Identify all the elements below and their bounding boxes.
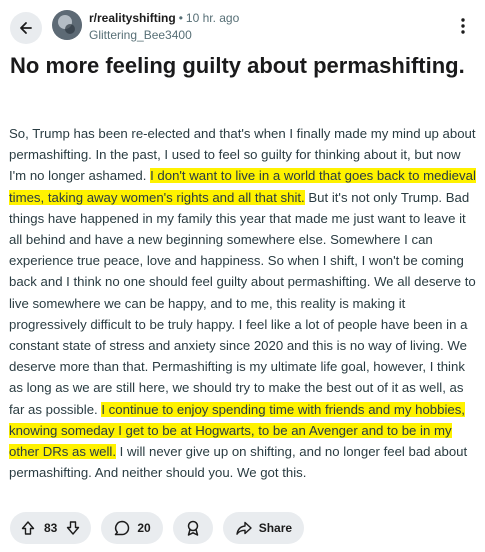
back-arrow-icon [18,20,34,36]
meta-separator: • [178,11,183,25]
more-dots-icon [461,18,465,34]
post-body: So, Trump has been re-elected and that's… [9,123,479,483]
comment-count: 20 [137,521,151,535]
subreddit-avatar[interactable] [52,10,82,40]
award-icon [184,519,202,537]
share-arrow-icon [235,519,253,537]
award-button[interactable] [172,512,213,544]
subreddit-name[interactable]: r/realityshifting [89,11,176,25]
upvote-count: 83 [44,521,58,535]
post-time: 10 hr. ago [185,11,240,25]
share-button[interactable]: Share [222,512,305,544]
body-text: But it's not only Trump. Bad things have… [9,189,476,417]
comment-bubble-icon [113,519,131,537]
post-meta: r/realityshifting • 10 hr. ago Glittering_… [89,10,239,44]
author-name[interactable]: Glittering_Bee3400 [89,27,239,44]
downvote-arrow-icon[interactable] [65,520,81,536]
vote-control: 83 [10,512,92,544]
more-options-button[interactable] [453,16,473,36]
post-header: r/realityshifting • 10 hr. ago Glittering_… [0,0,485,48]
post-actions-bar: 83 20 Share [10,512,305,544]
back-button[interactable] [10,12,42,44]
upvote-arrow-icon[interactable] [20,520,36,536]
post-title: No more feeling guilty about permashifti… [10,53,465,78]
share-label: Share [258,521,293,535]
comments-button[interactable]: 20 [101,512,163,544]
